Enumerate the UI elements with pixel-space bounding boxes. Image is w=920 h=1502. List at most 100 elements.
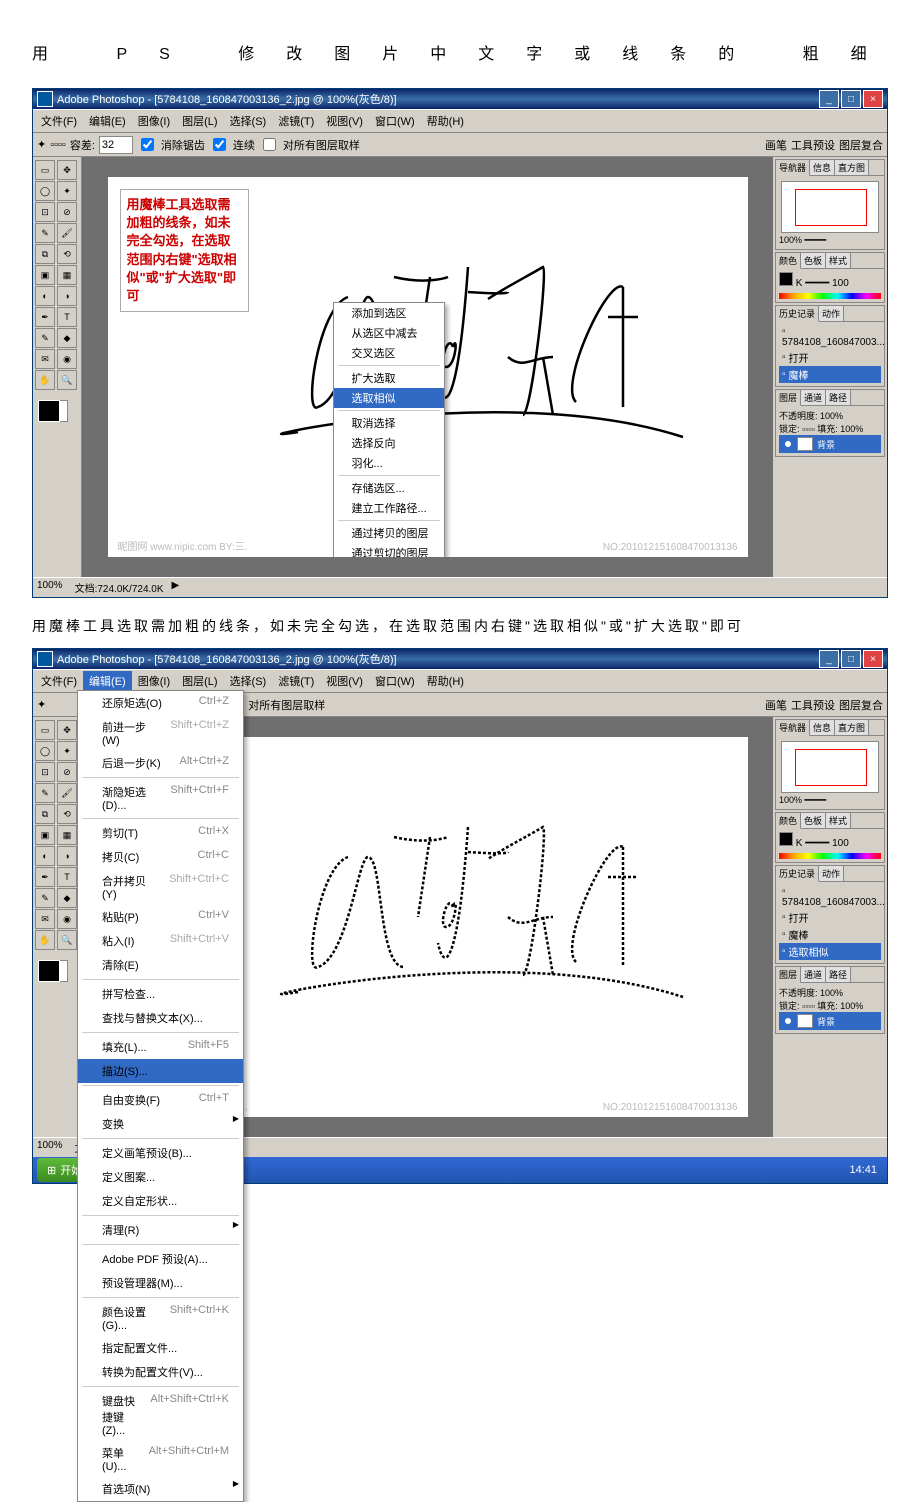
gradient-tool[interactable]: ▦: [57, 265, 77, 285]
edit-menu-剪切(T)[interactable]: 剪切(T)Ctrl+X: [78, 821, 243, 845]
tab-动作[interactable]: 动作: [819, 306, 844, 321]
menu-编辑E[interactable]: 编辑(E): [83, 111, 132, 131]
tab-色板[interactable]: 色板: [801, 253, 826, 268]
menu-帮助H[interactable]: 帮助(H): [421, 111, 470, 131]
menu-窗口W[interactable]: 窗口(W): [369, 671, 421, 691]
edit-menu-粘贴(P)[interactable]: 粘贴(P)Ctrl+V: [78, 905, 243, 929]
edit-menu-转换为配置文件(V)...[interactable]: 转换为配置文件(V)...: [78, 1360, 243, 1384]
options-right-3[interactable]: 图层复合: [839, 697, 883, 713]
tab-导航器[interactable]: 导航器: [776, 720, 810, 736]
options-right-1[interactable]: 画笔: [765, 137, 787, 153]
tab-路径[interactable]: 路径: [826, 390, 851, 405]
edit-menu-变换[interactable]: 变换: [78, 1112, 243, 1136]
menu-文件F[interactable]: 文件(F): [35, 111, 83, 131]
edit-menu-清理(R)[interactable]: 清理(R): [78, 1218, 243, 1242]
ctx-建立工作路径...[interactable]: 建立工作路径...: [334, 498, 444, 518]
menu-选择S[interactable]: 选择(S): [224, 111, 273, 131]
tab-图层[interactable]: 图层: [776, 390, 801, 406]
pen-tool[interactable]: ✎: [35, 888, 55, 908]
blur-tool[interactable]: ◐: [35, 286, 55, 306]
shape-tool[interactable]: ◆: [57, 328, 77, 348]
history-选取相似[interactable]: ▫选取相似: [779, 943, 881, 960]
tab-颜色[interactable]: 颜色: [776, 813, 801, 829]
hand-tool[interactable]: ✋: [35, 370, 55, 390]
menu-图层L[interactable]: 图层(L): [176, 671, 223, 691]
tab-信息[interactable]: 信息: [810, 160, 835, 175]
layer-background[interactable]: 背景: [779, 435, 881, 453]
slice-tool[interactable]: ⊘: [57, 762, 77, 782]
menu-视图V[interactable]: 视图(V): [320, 671, 369, 691]
tab-样式[interactable]: 样式: [826, 253, 851, 268]
hand-tool[interactable]: ✋: [35, 930, 55, 950]
menu-图像I[interactable]: 图像(I): [132, 671, 176, 691]
color-swatch[interactable]: [35, 397, 71, 425]
tab-信息[interactable]: 信息: [810, 720, 835, 735]
menu-视图V[interactable]: 视图(V): [320, 111, 369, 131]
dodge-tool[interactable]: ◑: [57, 286, 77, 306]
move-tool[interactable]: ✥: [57, 720, 77, 740]
options-right-2[interactable]: 工具预设: [791, 697, 835, 713]
ctx-扩大选取[interactable]: 扩大选取: [334, 368, 444, 388]
zoom-tool[interactable]: 🔍: [57, 370, 77, 390]
contiguous-checkbox[interactable]: [213, 138, 226, 151]
heal-tool[interactable]: ✎: [35, 783, 55, 803]
eraser-tool[interactable]: ▣: [35, 825, 55, 845]
eraser-tool[interactable]: ▣: [35, 265, 55, 285]
all-layers-checkbox[interactable]: [263, 138, 276, 151]
tab-图层[interactable]: 图层: [776, 967, 801, 983]
minimize-button[interactable]: _: [819, 90, 839, 108]
eyedropper-tool[interactable]: ◉: [57, 349, 77, 369]
ctx-通过拷贝的图层[interactable]: 通过拷贝的图层: [334, 523, 444, 543]
maximize-button[interactable]: □: [841, 650, 861, 668]
edit-menu-渐隐矩选(D)...[interactable]: 渐隐矩选(D)...Shift+Ctrl+F: [78, 780, 243, 816]
history-brush-tool[interactable]: ⟲: [57, 804, 77, 824]
edit-menu-首选项(N)[interactable]: 首选项(N): [78, 1477, 243, 1501]
edit-menu-后退一步(K)[interactable]: 后退一步(K)Alt+Ctrl+Z: [78, 751, 243, 775]
canvas[interactable]: 用魔棒工具选取需加粗的线条，如未完全勾选，在选取范围内右键"选取相似"或"扩大选…: [108, 177, 748, 557]
brush-tool[interactable]: 🖌: [57, 223, 77, 243]
eyedropper-tool[interactable]: ◉: [57, 909, 77, 929]
path-tool[interactable]: ✒: [35, 307, 55, 327]
color-swatch[interactable]: [35, 957, 71, 985]
ctx-选取相似[interactable]: 选取相似: [334, 388, 444, 408]
close-button[interactable]: ×: [863, 90, 883, 108]
menu-图像I[interactable]: 图像(I): [132, 111, 176, 131]
wand-tool[interactable]: ✦: [57, 181, 77, 201]
tab-通道[interactable]: 通道: [801, 390, 826, 405]
wand-tool[interactable]: ✦: [57, 741, 77, 761]
tab-样式[interactable]: 样式: [826, 813, 851, 828]
blur-tool[interactable]: ◐: [35, 846, 55, 866]
heal-tool[interactable]: ✎: [35, 223, 55, 243]
ctx-通过剪切的图层[interactable]: 通过剪切的图层: [334, 543, 444, 557]
rect-marquee-tool[interactable]: ▭: [35, 160, 55, 180]
history-魔棒[interactable]: ▫魔棒: [779, 926, 881, 943]
edit-menu-拷贝(C)[interactable]: 拷贝(C)Ctrl+C: [78, 845, 243, 869]
slice-tool[interactable]: ⊘: [57, 202, 77, 222]
layer-background[interactable]: 背景: [779, 1012, 881, 1030]
tab-历史记录[interactable]: 历史记录: [776, 306, 819, 322]
rect-marquee-tool[interactable]: ▭: [35, 720, 55, 740]
lasso-tool[interactable]: ◯: [35, 741, 55, 761]
close-button[interactable]: ×: [863, 650, 883, 668]
history-brush-tool[interactable]: ⟲: [57, 244, 77, 264]
zoom-level[interactable]: 100%: [37, 580, 63, 595]
edit-menu-预设管理器(M)...[interactable]: 预设管理器(M)...: [78, 1271, 243, 1295]
history-魔棒[interactable]: ▫魔棒: [779, 366, 881, 383]
brush-tool[interactable]: 🖌: [57, 783, 77, 803]
lasso-tool[interactable]: ◯: [35, 181, 55, 201]
menu-选择S[interactable]: 选择(S): [224, 671, 273, 691]
ctx-交叉选区[interactable]: 交叉选区: [334, 343, 444, 363]
edit-menu-颜色设置(G)...[interactable]: 颜色设置(G)...Shift+Ctrl+K: [78, 1300, 243, 1336]
ctx-取消选择[interactable]: 取消选择: [334, 413, 444, 433]
minimize-button[interactable]: _: [819, 650, 839, 668]
pen-tool[interactable]: ✎: [35, 328, 55, 348]
crop-tool[interactable]: ⊡: [35, 762, 55, 782]
ctx-存储选区...[interactable]: 存储选区...: [334, 478, 444, 498]
tab-颜色[interactable]: 颜色: [776, 253, 801, 269]
menu-图层L[interactable]: 图层(L): [176, 111, 223, 131]
tab-导航器[interactable]: 导航器: [776, 160, 810, 176]
menu-帮助H[interactable]: 帮助(H): [421, 671, 470, 691]
type-tool[interactable]: T: [57, 307, 77, 327]
options-right-1[interactable]: 画笔: [765, 697, 787, 713]
ctx-添加到选区[interactable]: 添加到选区: [334, 303, 444, 323]
